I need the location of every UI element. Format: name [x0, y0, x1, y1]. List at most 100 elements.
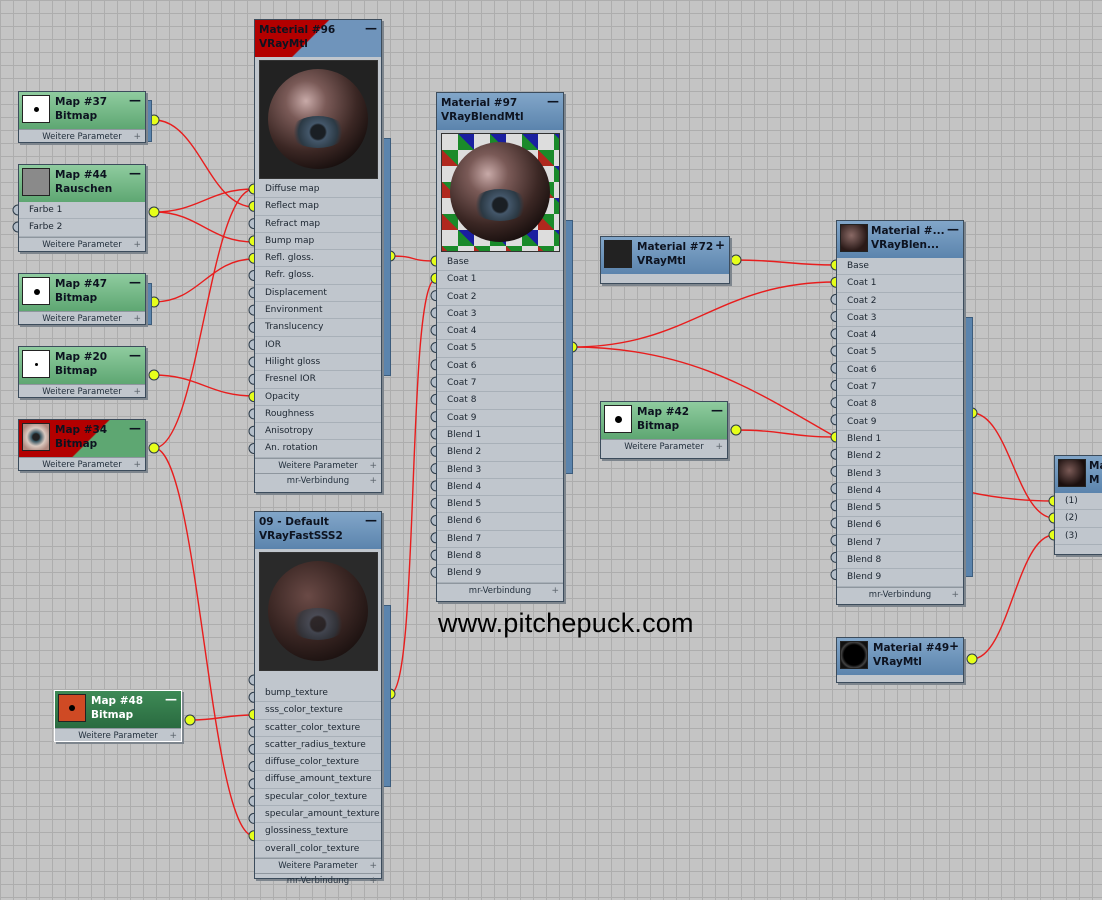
socket-row[interactable]: Anisotropy — [255, 423, 381, 441]
socket-row[interactable]: Blend 5 — [837, 500, 963, 518]
socket-row[interactable]: Blend 8 — [437, 548, 563, 566]
socket-row[interactable]: Blend 4 — [837, 483, 963, 501]
socket-row[interactable]: Bump map — [255, 233, 381, 251]
node-header[interactable]: Material #... VRayBlen... — — [837, 221, 963, 258]
socket-row[interactable]: Blend 8 — [837, 552, 963, 570]
node-header[interactable]: Map #37 Bitmap — — [19, 92, 145, 129]
socket-row[interactable]: Coat 9 — [437, 410, 563, 427]
socket-row[interactable]: Blend 6 — [437, 513, 563, 531]
map-47-node[interactable]: Map #47 Bitmap — Weitere Parameter + — [18, 273, 146, 325]
node-header[interactable]: Material #96 VRayMtl — — [255, 20, 381, 57]
node-header[interactable]: Ma M — [1055, 456, 1102, 493]
socket-row[interactable]: An. rotation — [255, 440, 381, 458]
socket-row[interactable]: Blend 3 — [837, 466, 963, 483]
socket-row[interactable]: bump_texture — [255, 685, 381, 703]
socket-row[interactable]: Coat 8 — [837, 396, 963, 414]
socket-row[interactable]: Coat 5 — [837, 344, 963, 362]
mr-verbindung-rollout[interactable]: mr-Verbindung + — [255, 872, 381, 888]
socket-row[interactable]: Coat 7 — [837, 379, 963, 397]
socket-row[interactable]: Blend 5 — [437, 496, 563, 514]
socket-row[interactable]: Blend 4 — [437, 479, 563, 497]
socket-row[interactable]: Blend 1 — [437, 427, 563, 445]
socket-row[interactable]: diffuse_color_texture — [255, 754, 381, 772]
map-34-node[interactable]: Map #34 Bitmap — Weitere Parameter + — [18, 419, 146, 471]
node-header[interactable]: 09 - Default VRayFastSSS2 — — [255, 512, 381, 549]
weitere-parameter-rollout[interactable]: Weitere Parameter + — [55, 728, 181, 743]
weitere-parameter-rollout[interactable]: Weitere Parameter + — [19, 384, 145, 399]
socket-row[interactable]: Environment — [255, 302, 381, 320]
sss-material-node[interactable]: 09 - Default VRayFastSSS2 — bump_texture… — [254, 511, 382, 886]
socket-row[interactable]: (3) — [1055, 528, 1102, 545]
socket-row[interactable]: Base — [837, 258, 963, 276]
socket-row[interactable]: Coat 3 — [437, 306, 563, 324]
socket-row[interactable]: Blend 2 — [837, 448, 963, 466]
socket-row[interactable]: Coat 6 — [837, 362, 963, 380]
map-48-node[interactable]: Map #48 Bitmap — Weitere Parameter + — [54, 690, 182, 742]
weitere-parameter-rollout[interactable]: Weitere Parameter + — [19, 457, 145, 472]
socket-row[interactable]: overall_color_texture — [255, 841, 381, 858]
weitere-parameter-rollout[interactable]: Weitere Parameter + — [601, 439, 727, 454]
socket-row[interactable]: IOR — [255, 337, 381, 354]
socket-row[interactable]: Hilight gloss — [255, 354, 381, 372]
collapse-icon[interactable]: — — [365, 21, 377, 35]
socket-row[interactable]: specular_amount_texture — [255, 806, 381, 824]
mr-verbindung-rollout[interactable]: mr-Verbindung + — [837, 586, 963, 602]
socket-row[interactable]: Blend 7 — [837, 535, 963, 553]
socket-row[interactable]: specular_color_texture — [255, 789, 381, 807]
socket-row[interactable]: Displacement — [255, 285, 381, 303]
socket-row[interactable]: Blend 9 — [437, 565, 563, 583]
socket-row[interactable]: Blend 7 — [437, 531, 563, 549]
socket-row[interactable]: diffuse_amount_texture — [255, 771, 381, 789]
node-header[interactable]: Map #42 Bitmap — — [601, 402, 727, 439]
socket-row[interactable]: Coat 7 — [437, 375, 563, 393]
expand-icon[interactable]: + — [715, 238, 725, 252]
socket-row[interactable]: Coat 5 — [437, 340, 563, 358]
map-37-node[interactable]: Map #37 Bitmap — Weitere Parameter + — [18, 91, 146, 143]
map-44-node[interactable]: Map #44 Rauschen — Farbe 1 Farbe 2 Weiter… — [18, 164, 146, 252]
socket-row[interactable]: Farbe 1 — [19, 202, 145, 220]
socket-row[interactable]: Roughness — [255, 406, 381, 424]
collapse-icon[interactable]: — — [129, 421, 141, 435]
socket-row[interactable]: Blend 1 — [837, 431, 963, 449]
weitere-parameter-rollout[interactable]: Weitere Parameter + — [255, 457, 381, 473]
material-97-node[interactable]: Material #97 VRayBlendMtl — Base Coat 1 Co… — [436, 92, 564, 602]
collapse-icon[interactable]: — — [711, 403, 723, 417]
socket-row[interactable]: scatter_radius_texture — [255, 737, 381, 755]
node-header[interactable]: Material #97 VRayBlendMtl — — [437, 93, 563, 130]
collapse-icon[interactable]: — — [129, 275, 141, 289]
socket-row[interactable]: Blend 2 — [437, 444, 563, 462]
map-42-node[interactable]: Map #42 Bitmap — Weitere Parameter + — [600, 401, 728, 459]
socket-row[interactable]: Coat 4 — [437, 323, 563, 341]
mr-verbindung-rollout[interactable]: mr-Verbindung + — [255, 472, 381, 488]
socket-row[interactable]: Coat 8 — [437, 392, 563, 410]
material-72-node[interactable]: Material #72 VRayMtl + — [600, 236, 730, 284]
material-blend-node[interactable]: Material #... VRayBlen... — Base Coat 1 Co… — [836, 220, 964, 605]
socket-row[interactable]: Refract map — [255, 216, 381, 233]
collapse-icon[interactable]: — — [547, 94, 559, 108]
node-header[interactable]: Map #20 Bitmap — — [19, 347, 145, 384]
material-96-node[interactable]: Material #96 VRayMtl — Diffuse map Reflec… — [254, 19, 382, 493]
socket-row[interactable]: (1) — [1055, 493, 1102, 511]
socket-row[interactable]: glossiness_texture — [255, 823, 381, 841]
node-header[interactable]: Material #49 VRayMtl + — [837, 638, 963, 675]
weitere-parameter-rollout[interactable]: Weitere Parameter + — [19, 129, 145, 144]
node-header[interactable]: Map #34 Bitmap — — [19, 420, 145, 457]
socket-row[interactable]: Coat 9 — [837, 414, 963, 431]
weitere-parameter-rollout[interactable]: Weitere Parameter + — [19, 311, 145, 326]
socket-row[interactable]: sss_color_texture — [255, 702, 381, 720]
socket-row[interactable]: Coat 2 — [437, 289, 563, 306]
socket-row[interactable]: scatter_color_texture — [255, 720, 381, 737]
collapse-icon[interactable]: — — [165, 692, 177, 706]
collapse-icon[interactable]: — — [947, 222, 959, 236]
collapse-icon[interactable]: — — [365, 513, 377, 527]
socket-row[interactable]: Opacity — [255, 389, 381, 406]
weitere-parameter-rollout[interactable]: Weitere Parameter + — [255, 857, 381, 873]
collapse-icon[interactable]: — — [129, 348, 141, 362]
partial-material-node[interactable]: Ma M (1) (2) (3) — [1054, 455, 1102, 555]
node-header[interactable]: Map #47 Bitmap — — [19, 274, 145, 311]
node-header[interactable]: Map #44 Rauschen — — [19, 165, 145, 202]
socket-row[interactable]: Translucency — [255, 319, 381, 337]
socket-row[interactable]: Blend 9 — [837, 569, 963, 587]
socket-row[interactable]: Coat 2 — [837, 293, 963, 310]
socket-row[interactable]: Refl. gloss. — [255, 250, 381, 268]
